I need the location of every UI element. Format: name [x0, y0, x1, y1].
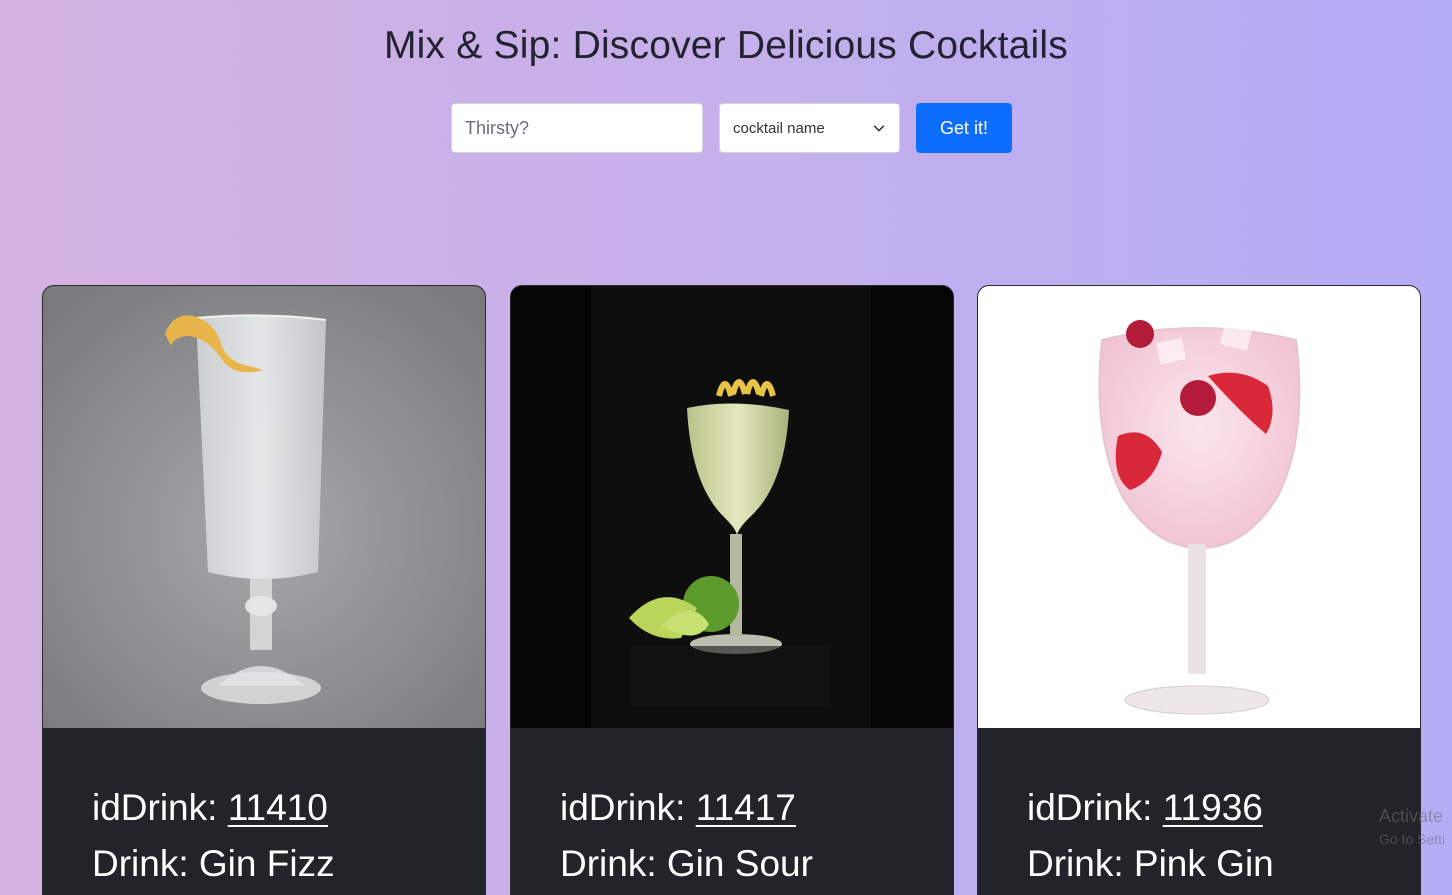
- drink-id-label: idDrink: [92, 787, 208, 828]
- drink-name-label: Drink: [1027, 843, 1114, 884]
- watermark-line2: Go to Setti: [1379, 831, 1446, 847]
- drink-image: [511, 286, 953, 728]
- search-input[interactable]: [451, 103, 703, 153]
- drink-id-link[interactable]: 11410: [228, 787, 328, 828]
- get-it-button[interactable]: Get it!: [916, 103, 1012, 153]
- select-value: cocktail name: [733, 119, 825, 137]
- drink-image: [43, 286, 485, 728]
- drink-id-row: idDrink: 11410: [92, 787, 328, 828]
- chevron-down-icon: [873, 125, 885, 132]
- drink-name-row: Drink: Gin Sour: [560, 843, 813, 884]
- drink-id-row: idDrink: 11417: [560, 787, 796, 828]
- drink-name-label: Drink: [92, 843, 179, 884]
- drink-name-row: Drink: Gin Fizz: [92, 843, 335, 884]
- drink-card: idDrink: 11417 Drink: Gin Sour: [510, 285, 954, 895]
- drink-name: Gin Sour: [666, 843, 813, 884]
- drink-name-label: Drink: [560, 843, 647, 884]
- drink-name-row: Drink: Pink Gin: [1027, 843, 1274, 884]
- drink-name: Pink Gin: [1133, 843, 1274, 884]
- drink-card: idDrink: 11410 Drink: Gin Fizz: [42, 285, 486, 895]
- drink-card: idDrink: 11936 Drink: Pink Gin: [977, 285, 1421, 895]
- watermark-line1: Activate: [1379, 806, 1444, 826]
- search-type-select[interactable]: cocktail name: [719, 103, 900, 153]
- drink-name: Gin Fizz: [198, 843, 335, 884]
- drink-id-label: idDrink: [560, 787, 676, 828]
- drink-id-row: idDrink: 11936: [1027, 787, 1263, 828]
- activation-watermark: Activate Go to Setti: [1379, 806, 1445, 847]
- drink-id-label: idDrink: [1027, 787, 1143, 828]
- drink-id-link[interactable]: 11417: [696, 787, 796, 828]
- drink-id-link[interactable]: 11936: [1163, 787, 1263, 828]
- page-title: Mix & Sip: Discover Delicious Cocktails: [384, 24, 1068, 67]
- drink-image: [978, 286, 1420, 728]
